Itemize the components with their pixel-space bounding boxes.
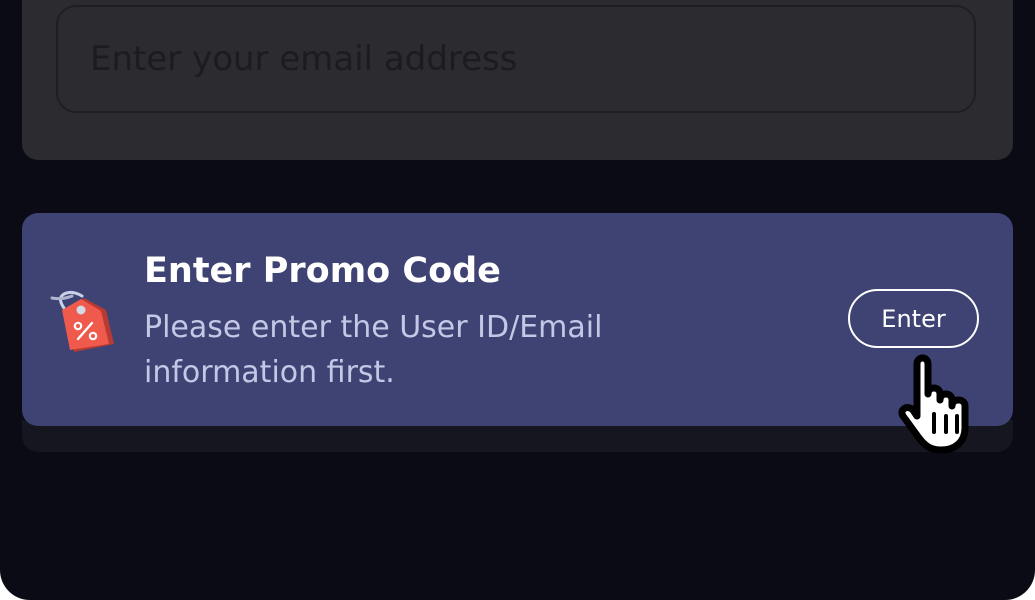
promo-description: Please enter the User ID/Email informati… <box>144 310 603 390</box>
discount-tag-icon <box>50 290 114 352</box>
hand-pointer-icon <box>898 354 969 454</box>
promo-title: Enter Promo Code <box>144 251 501 291</box>
enter-button[interactable]: Enter <box>848 289 979 348</box>
email-card <box>22 0 1013 160</box>
email-input[interactable] <box>56 5 976 113</box>
promo-card: Enter Promo Code Please enter the User I… <box>22 213 1013 426</box>
screen: Enter Promo Code Please enter the User I… <box>0 0 1035 600</box>
